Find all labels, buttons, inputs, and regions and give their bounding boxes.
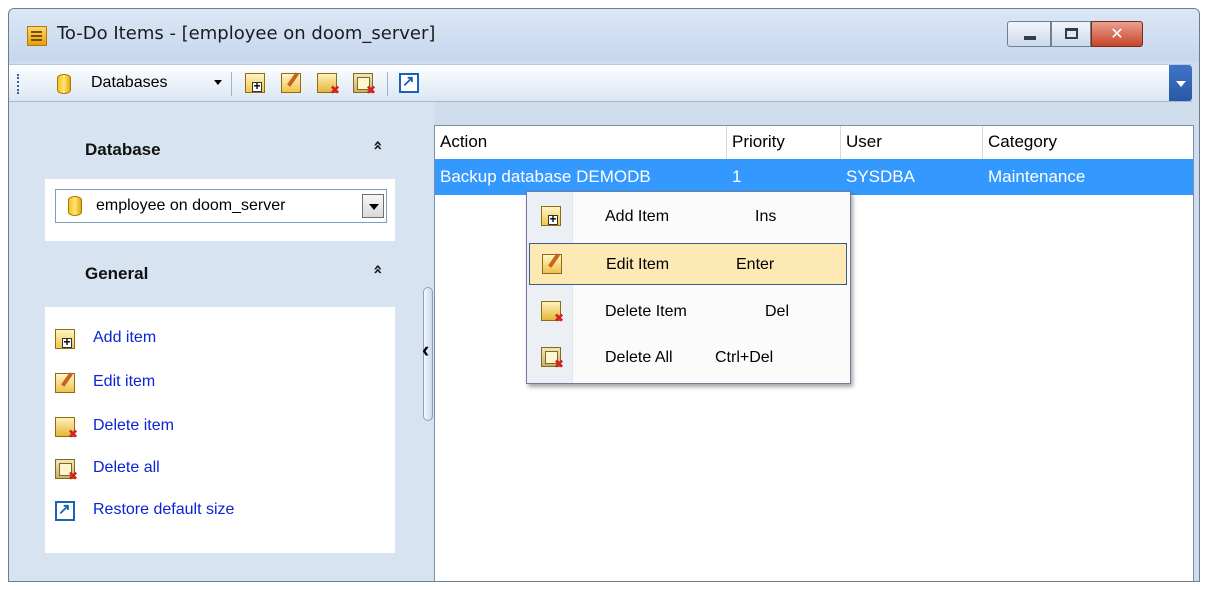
add-item-icon bbox=[541, 206, 561, 226]
cell-priority: 1 bbox=[732, 167, 742, 186]
maximize-icon bbox=[1065, 28, 1078, 39]
column-header-category[interactable]: Category bbox=[983, 126, 1193, 159]
table-row[interactable]: Backup database DEMODB 1 SYSDBA Maintena… bbox=[435, 159, 1193, 195]
menu-item-add-item[interactable]: Add Item Ins bbox=[529, 196, 847, 238]
delete-all-icon bbox=[55, 459, 78, 483]
menu-item-shortcut: Enter bbox=[736, 256, 775, 273]
database-select[interactable]: employee on doom_server bbox=[55, 189, 387, 223]
delete-all-icon bbox=[353, 73, 376, 97]
menu-item-label: Delete All bbox=[605, 349, 673, 366]
general-panel-header[interactable]: General » bbox=[45, 248, 395, 300]
context-menu: Add Item Ins Edit Item Enter Delete Item… bbox=[526, 191, 851, 384]
menu-item-label: Add Item bbox=[605, 208, 670, 225]
chevron-down-icon[interactable] bbox=[214, 80, 222, 85]
navigation-sidebar: Database » employee on doom_server Gener… bbox=[9, 102, 418, 581]
database-icon bbox=[68, 196, 82, 216]
toolbar-delete-item-button[interactable] bbox=[317, 73, 340, 97]
toolbar-separator bbox=[231, 72, 232, 96]
database-panel-header[interactable]: Database » bbox=[45, 124, 395, 176]
link-label: Delete all bbox=[93, 459, 160, 476]
link-label: Edit item bbox=[93, 373, 156, 390]
menu-item-edit-item[interactable]: Edit Item Enter bbox=[529, 243, 847, 285]
database-panel-title: Database bbox=[85, 140, 161, 159]
toolbar-options-icon bbox=[1176, 81, 1186, 87]
menu-item-delete-item[interactable]: Delete Item Del bbox=[529, 291, 847, 333]
toolbar-add-item-button[interactable] bbox=[245, 73, 267, 95]
title-bar[interactable]: To-Do Items - [employee on doom_server] … bbox=[9, 9, 1199, 61]
database-panel-body: employee on doom_server bbox=[45, 179, 395, 241]
window-title: To-Do Items - [employee on doom_server] bbox=[57, 23, 436, 44]
minimize-button[interactable] bbox=[1007, 21, 1051, 47]
sidebar-splitter[interactable] bbox=[418, 102, 434, 581]
edit-item-icon bbox=[542, 254, 562, 274]
collapse-icon[interactable]: » bbox=[368, 140, 387, 150]
menu-item-shortcut: Ctrl+Del bbox=[715, 349, 774, 366]
toolbar-restore-size-button[interactable] bbox=[399, 72, 421, 95]
link-label: Restore default size bbox=[93, 501, 235, 518]
toolbar-separator bbox=[387, 72, 388, 96]
restore-size-icon bbox=[55, 500, 75, 521]
general-panel-title: General bbox=[85, 264, 149, 283]
column-header-priority[interactable]: Priority bbox=[727, 126, 841, 159]
add-item-icon bbox=[245, 73, 265, 93]
menu-item-delete-all[interactable]: Delete All Ctrl+Del bbox=[529, 337, 847, 379]
cell-category: Maintenance bbox=[988, 167, 1086, 186]
database-select-value: employee on doom_server bbox=[96, 197, 286, 214]
delete-item-icon bbox=[317, 73, 340, 97]
grid-header: Action Priority User Category bbox=[435, 126, 1193, 160]
edit-item-icon bbox=[55, 373, 75, 393]
toolbar-delete-all-button[interactable] bbox=[353, 73, 376, 97]
close-icon: ✕ bbox=[1110, 24, 1124, 43]
collapse-icon[interactable]: » bbox=[368, 264, 387, 274]
menu-item-shortcut: Ins bbox=[755, 208, 777, 225]
toolbar: Databases bbox=[9, 64, 1192, 102]
maximize-button[interactable] bbox=[1051, 21, 1091, 47]
todo-window: To-Do Items - [employee on doom_server] … bbox=[8, 8, 1200, 582]
edit-item-icon bbox=[281, 73, 301, 93]
database-icon bbox=[57, 74, 71, 94]
close-button[interactable]: ✕ bbox=[1091, 21, 1143, 47]
restore-size-icon bbox=[399, 72, 419, 93]
add-item-icon bbox=[55, 329, 75, 349]
minimize-icon bbox=[1024, 36, 1036, 40]
cell-user: SYSDBA bbox=[846, 167, 915, 186]
menu-item-shortcut: Del bbox=[765, 303, 790, 320]
menu-item-label: Edit Item bbox=[606, 256, 670, 273]
delete-item-icon bbox=[541, 301, 564, 325]
delete-item-icon bbox=[55, 417, 78, 441]
toolbar-grip[interactable] bbox=[17, 74, 22, 94]
link-label: Delete item bbox=[93, 417, 174, 434]
general-panel-body: Add item Edit item Delete item Delete al… bbox=[45, 307, 395, 553]
link-label: Add item bbox=[93, 329, 157, 346]
delete-all-icon bbox=[541, 347, 564, 371]
column-header-action[interactable]: Action bbox=[435, 126, 727, 159]
menu-item-label: Delete Item bbox=[605, 303, 687, 320]
cell-action: Backup database DEMODB bbox=[440, 167, 651, 186]
column-header-user[interactable]: User bbox=[841, 126, 983, 159]
databases-dropdown-label[interactable]: Databases bbox=[91, 74, 168, 92]
todo-list-icon bbox=[27, 26, 47, 46]
collapse-sidebar-handle[interactable] bbox=[422, 287, 433, 421]
chevron-down-icon[interactable] bbox=[362, 194, 384, 218]
toolbar-edit-item-button[interactable] bbox=[281, 73, 303, 95]
toolbar-options-button[interactable] bbox=[1169, 65, 1192, 101]
